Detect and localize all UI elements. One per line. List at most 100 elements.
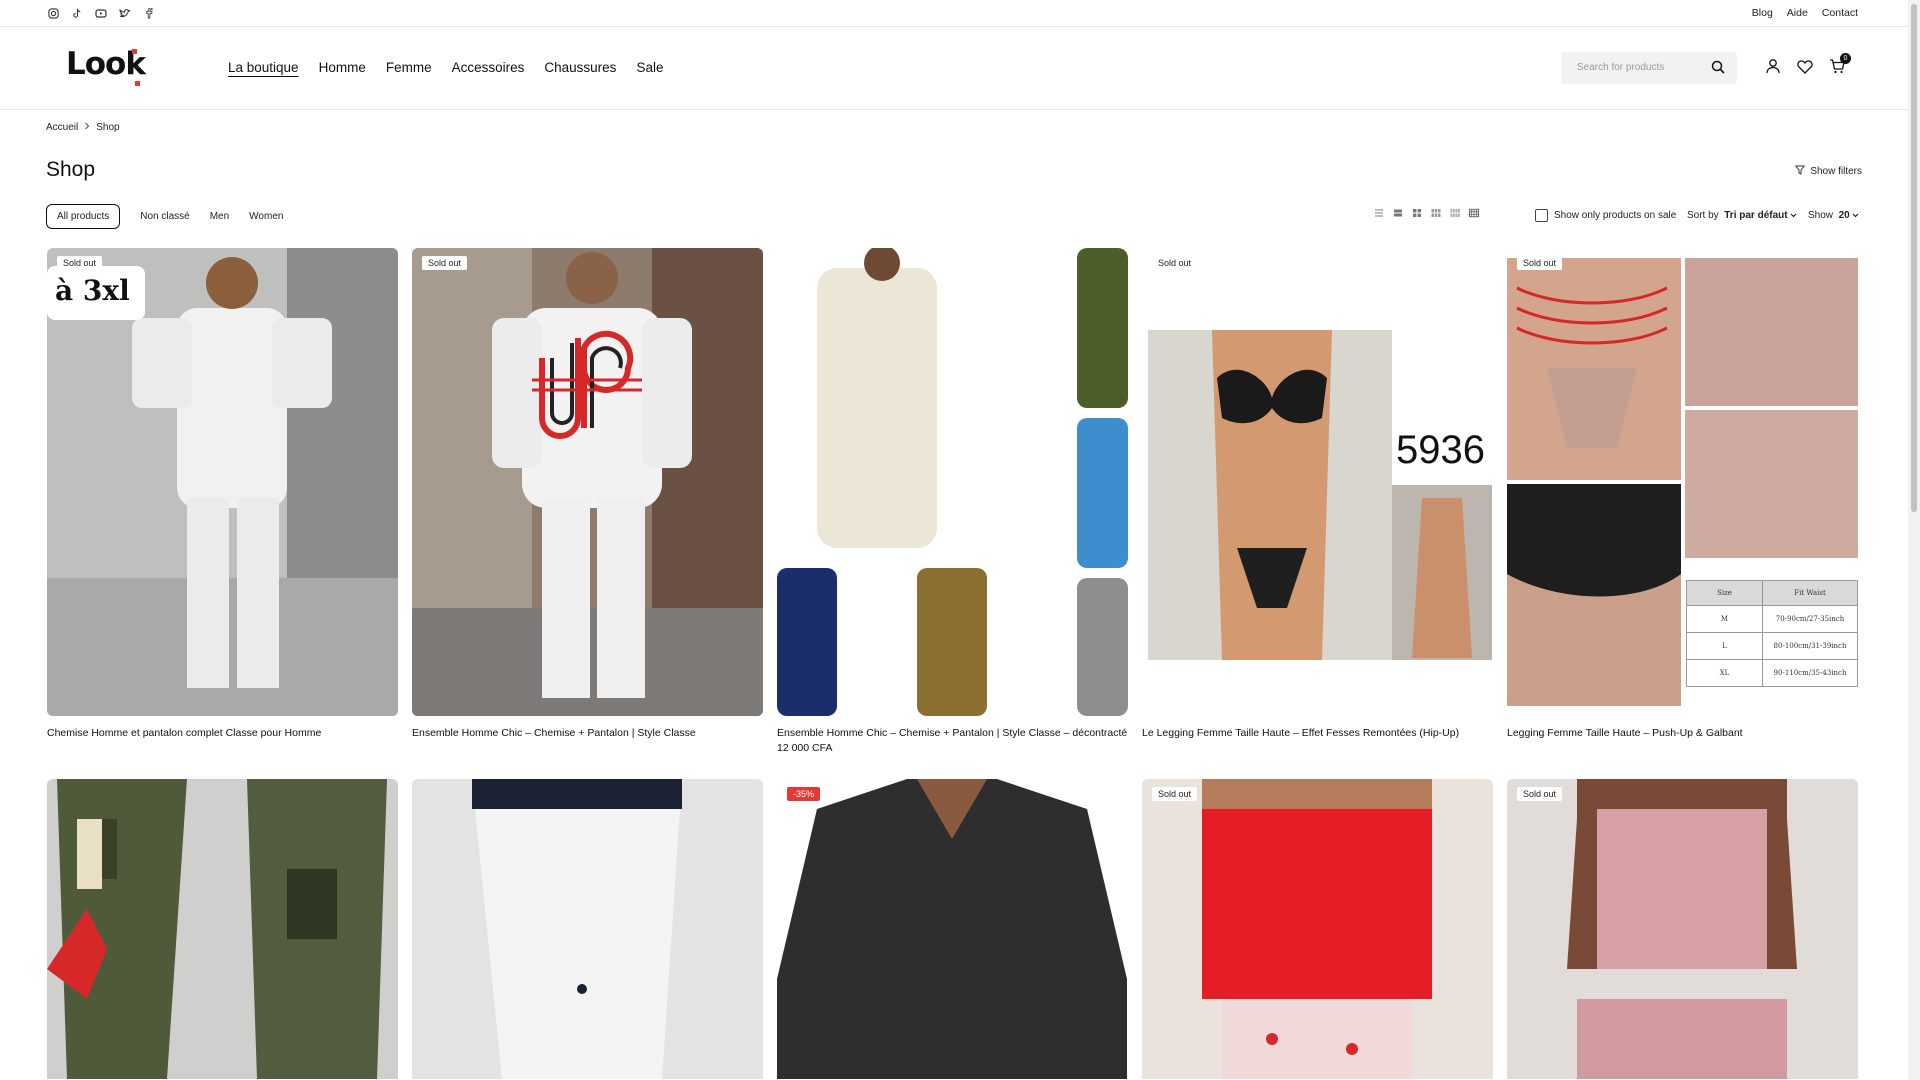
product-image[interactable]: Sold out Size Fit Waist M 70-90cm/27-35i…	[1507, 248, 1858, 716]
sort-value: Tri par défaut	[1724, 210, 1788, 221]
product-image[interactable]	[412, 779, 763, 1079]
aide-link[interactable]: Aide	[1787, 7, 1808, 19]
cart-count-badge: 0	[1840, 53, 1851, 64]
chevron-down-icon	[1790, 210, 1797, 221]
grid-5-view-icon[interactable]	[1469, 208, 1479, 218]
size-table-cell: 90-110cm/35-43inch	[1773, 669, 1847, 677]
product-name[interactable]: Ensemble Homme Chic – Chemise + Pantalon…	[412, 726, 763, 742]
product-image[interactable]: Sold out	[1142, 779, 1493, 1079]
header-icons: 0	[1765, 53, 1851, 79]
image-overlay-text: 5936	[1396, 428, 1485, 472]
show-filters-label: Show filters	[1810, 166, 1862, 177]
product-name[interactable]: Ensemble Homme Chic – Chemise + Pantalon…	[777, 726, 1128, 742]
product-card[interactable]: -35%	[777, 779, 1128, 1079]
twitter-icon[interactable]	[118, 6, 132, 20]
nav-homme[interactable]: Homme	[319, 60, 366, 75]
scrollbar-thumb[interactable]	[1911, 4, 1917, 512]
product-image[interactable]: Sold out 5936	[1142, 248, 1493, 716]
instagram-icon[interactable]	[46, 6, 60, 20]
tiktok-icon[interactable]	[70, 6, 84, 20]
page-scrollbar[interactable]	[1908, 0, 1920, 1080]
product-card[interactable]: Sold out à 3xl Chemise Homme et pantalon…	[47, 248, 398, 742]
show-label: Show	[1808, 210, 1834, 221]
grid-3-view-icon[interactable]	[1431, 208, 1441, 218]
contact-link[interactable]: Contact	[1822, 7, 1858, 19]
nav-accessoires[interactable]: Accessoires	[452, 60, 525, 75]
site-logo[interactable]: Look	[66, 46, 146, 90]
product-image[interactable]: Sold out à 3xl	[47, 248, 398, 716]
sale-only-toggle[interactable]: Show only products on sale	[1535, 209, 1676, 222]
discount-badge: -35%	[787, 787, 821, 801]
breadcrumb-current: Shop	[96, 122, 120, 133]
category-non-classe[interactable]: Non classé	[140, 211, 189, 222]
cart-icon[interactable]: 0	[1829, 53, 1851, 79]
list-view-icon[interactable]	[1374, 208, 1384, 218]
size-table-cell: L	[1687, 632, 1763, 660]
category-men[interactable]: Men	[210, 211, 229, 222]
main-nav: La boutique Homme Femme Accessoires Chau…	[228, 60, 663, 75]
sold-out-badge: Sold out	[422, 256, 468, 270]
product-name[interactable]: Le Legging Femme Taille Haute – Effet Fe…	[1142, 726, 1493, 742]
product-card[interactable]: Sold out 5936 Le Legging Femme Taille Ha…	[1142, 248, 1493, 742]
sold-out-badge: Sold out	[1152, 787, 1198, 801]
product-price: 12 000 CFA	[777, 741, 833, 754]
sale-only-label: Show only products on sale	[1554, 210, 1677, 221]
search-icon[interactable]	[1711, 60, 1725, 79]
sort-by-dropdown[interactable]: Sort by Tri par défaut	[1687, 210, 1797, 221]
show-count-dropdown[interactable]: Show 20	[1808, 210, 1859, 221]
youtube-icon[interactable]	[94, 6, 108, 20]
size-table-header-size: Size	[1687, 580, 1763, 606]
product-card[interactable]: Sold out Ensemble Homme Chic – Chemise +…	[412, 248, 763, 742]
product-card[interactable]	[47, 779, 398, 1079]
size-table-cell: M	[1687, 605, 1763, 633]
nav-chaussures[interactable]: Chaussures	[544, 60, 616, 75]
category-all-products[interactable]: All products	[46, 204, 121, 229]
product-name[interactable]: Chemise Homme et pantalon complet Classe…	[47, 726, 398, 742]
logo-accent-bottom	[135, 81, 140, 86]
product-image[interactable]: Sold out	[412, 248, 763, 716]
breadcrumb: Accueil Shop	[46, 122, 120, 133]
wishlist-icon[interactable]	[1797, 59, 1813, 79]
nav-femme[interactable]: Femme	[386, 60, 432, 75]
account-icon[interactable]	[1765, 58, 1781, 79]
breadcrumb-home[interactable]: Accueil	[46, 122, 78, 133]
show-filters-button[interactable]: Show filters	[1795, 165, 1862, 178]
chevron-right-icon	[84, 122, 90, 133]
search-input[interactable]: Search for products	[1561, 52, 1737, 84]
chevron-down-icon	[1852, 210, 1859, 221]
product-card[interactable]: Sold out	[1142, 779, 1493, 1079]
sale-only-checkbox[interactable]	[1535, 209, 1548, 222]
image-overlay-text: à 3xl	[55, 274, 130, 307]
grid-2-view-icon[interactable]	[1412, 208, 1422, 218]
product-card[interactable]: Sold out	[1507, 779, 1858, 1079]
show-value: 20	[1838, 210, 1850, 221]
grid-4-view-icon[interactable]	[1450, 208, 1460, 218]
product-image[interactable]: Sold out	[1507, 779, 1858, 1079]
category-filters: All products Non classé Men Women	[46, 204, 283, 229]
logo-accent-top	[132, 49, 137, 54]
sold-out-badge: Sold out	[1517, 256, 1563, 270]
product-card[interactable]	[412, 779, 763, 1079]
product-name[interactable]: Legging Femme Taille Haute – Push-Up & G…	[1507, 726, 1858, 742]
size-table-cell: 70-90cm/27-35inch	[1775, 615, 1845, 623]
grid-1-view-icon[interactable]	[1393, 208, 1403, 218]
sold-out-badge: Sold out	[1517, 787, 1563, 801]
product-image[interactable]	[777, 248, 1128, 716]
product-card[interactable]: Ensemble Homme Chic – Chemise + Pantalon…	[777, 248, 1128, 754]
product-card[interactable]: Sold out Size Fit Waist M 70-90cm/27-35i…	[1507, 248, 1858, 742]
product-image[interactable]: -35%	[777, 779, 1128, 1079]
search-placeholder: Search for products	[1577, 62, 1665, 73]
product-image[interactable]	[47, 779, 398, 1079]
sold-out-badge: Sold out	[57, 256, 103, 270]
size-table-header-fit-waist: Fit Waist	[1794, 589, 1826, 597]
size-chart-table: Size Fit Waist M 70-90cm/27-35inch L 80-…	[1686, 580, 1858, 687]
nav-la-boutique[interactable]: La boutique	[228, 60, 299, 75]
top-bar: Blog Aide Contact	[0, 0, 1908, 27]
blog-link[interactable]: Blog	[1752, 7, 1773, 19]
facebook-icon[interactable]	[142, 6, 156, 20]
site-header: Look La boutique Homme Femme Accessoires…	[0, 28, 1908, 110]
category-women[interactable]: Women	[249, 211, 283, 222]
sold-out-badge: Sold out	[1152, 256, 1198, 270]
size-table-cell: 80-100cm/31-39inch	[1773, 642, 1847, 650]
nav-sale[interactable]: Sale	[636, 60, 663, 75]
